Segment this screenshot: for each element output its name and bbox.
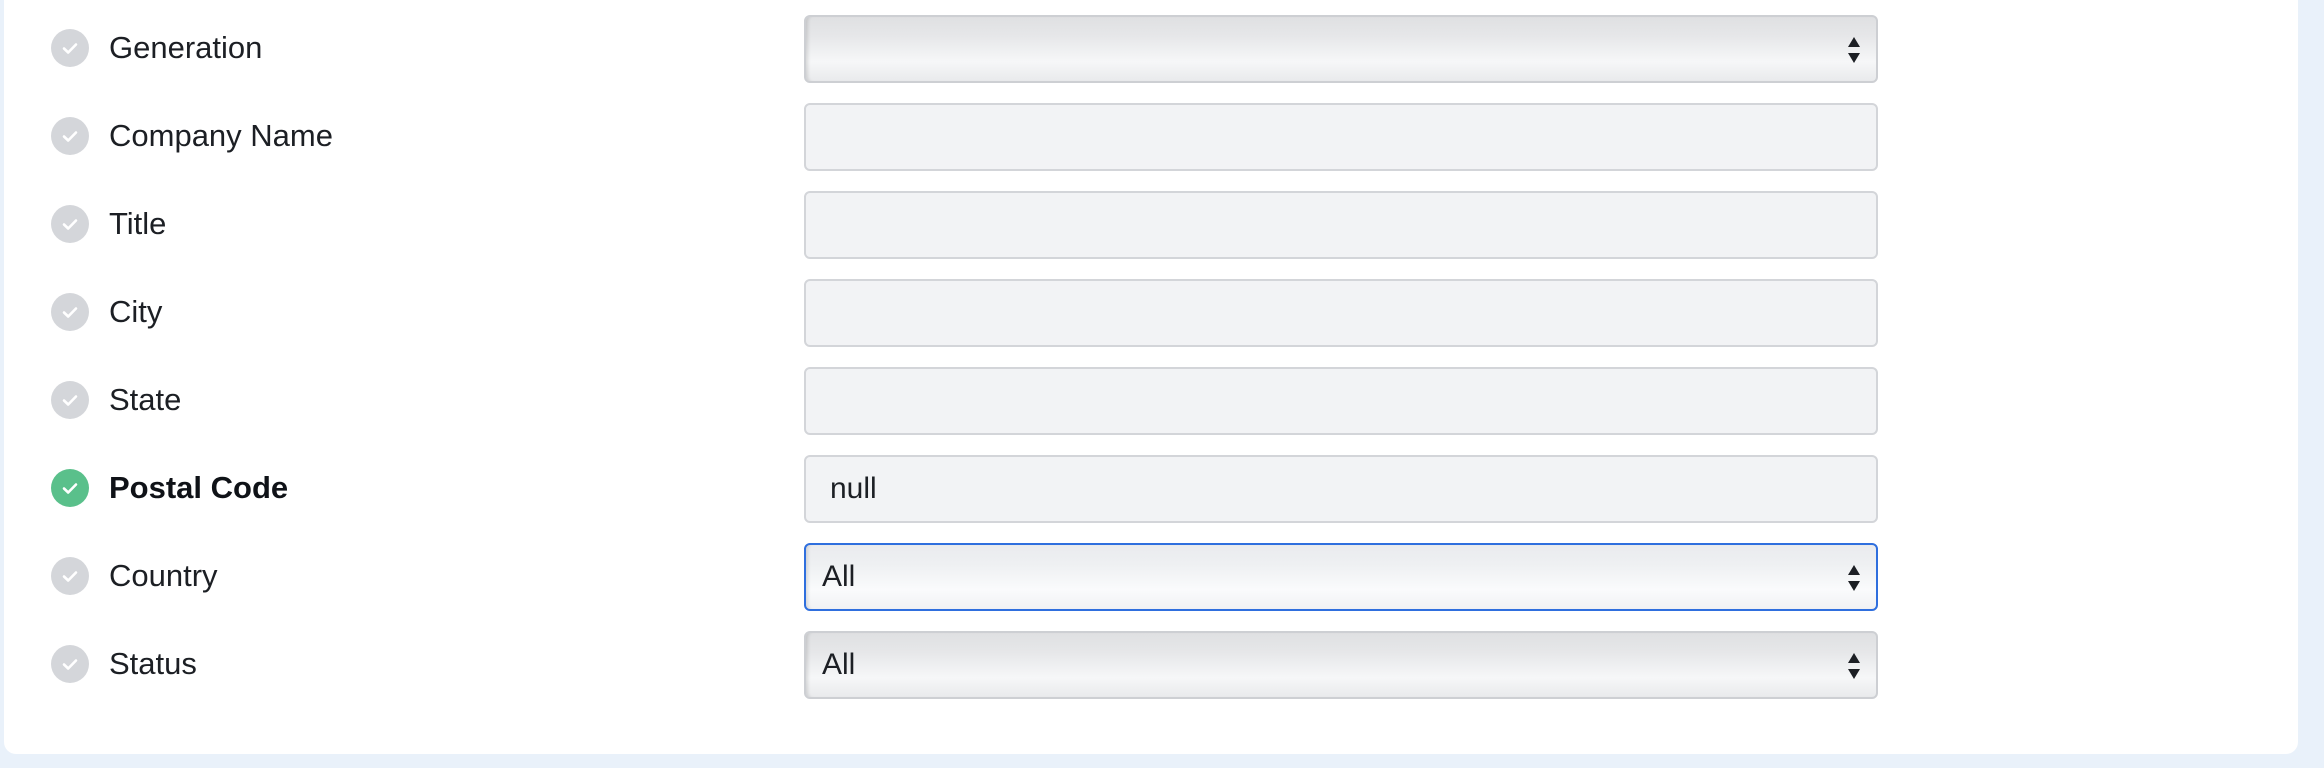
check-icon[interactable] [51,645,89,683]
check-icon[interactable] [51,293,89,331]
filter-label: Country [109,558,218,593]
check-icon[interactable] [51,29,89,67]
updown-arrows-icon [1848,37,1860,63]
status-select[interactable]: All [804,631,1878,699]
select-value: All [822,560,856,593]
filter-label: Title [109,206,167,241]
company-name-input[interactable] [804,103,1878,171]
filter-panel: Generation Company Name Title City State… [4,0,2298,754]
check-icon[interactable] [51,381,89,419]
check-icon[interactable] [51,205,89,243]
filter-label: Generation [109,30,263,65]
filter-label: Status [109,646,197,681]
filter-row-country: Country All [4,543,2298,611]
filter-row-postal-code: Postal Code [4,455,2298,523]
country-select[interactable]: All [804,543,1878,611]
filter-label: Postal Code [109,470,289,505]
filter-row-company-name: Company Name [4,103,2298,171]
filter-row-title: Title [4,191,2298,259]
updown-arrows-icon [1848,565,1860,591]
check-icon[interactable] [51,557,89,595]
state-input[interactable] [804,367,1878,435]
check-icon[interactable] [51,469,89,507]
city-input[interactable] [804,279,1878,347]
filter-row-city: City [4,279,2298,347]
select-value: All [822,648,856,681]
filter-label: Company Name [109,118,333,153]
postal-code-input[interactable] [804,455,1878,523]
filter-row-generation: Generation [4,15,2298,83]
filter-row-status: Status All [4,631,2298,699]
filter-row-state: State [4,367,2298,435]
updown-arrows-icon [1848,653,1860,679]
check-icon[interactable] [51,117,89,155]
generation-select[interactable] [804,15,1878,83]
filter-label: State [109,382,182,417]
filter-label: City [109,294,163,329]
title-input[interactable] [804,191,1878,259]
